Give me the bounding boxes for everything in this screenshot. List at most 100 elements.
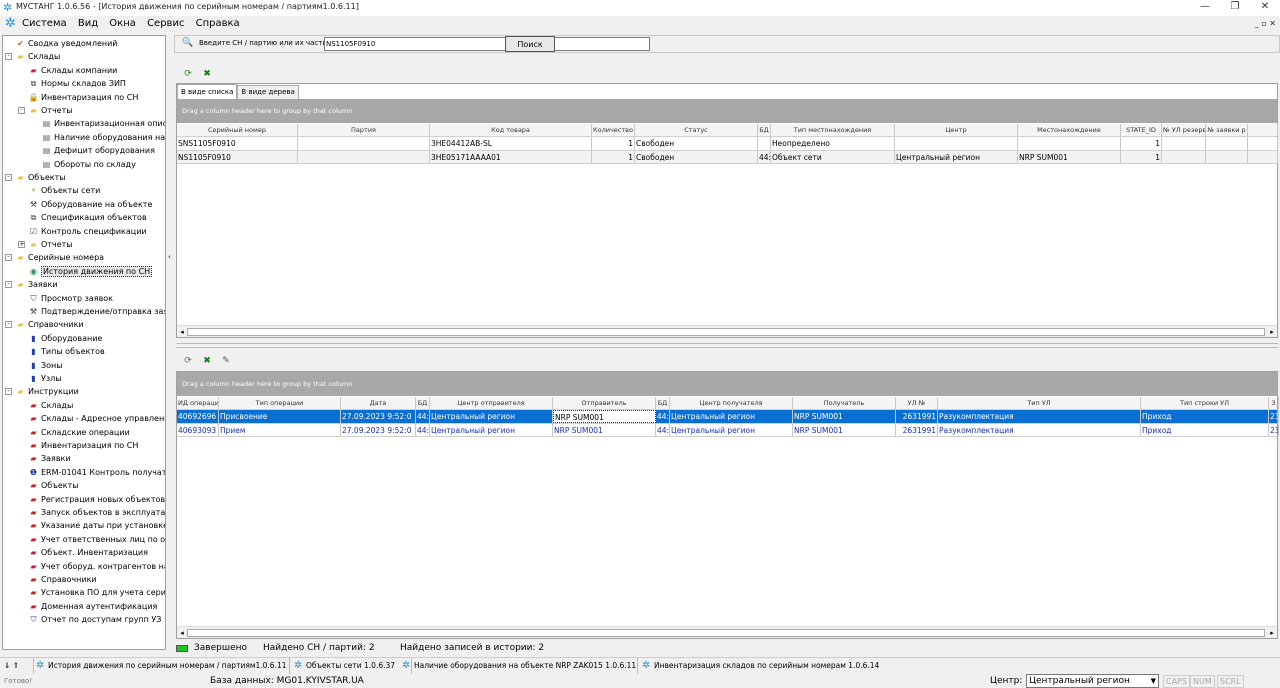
column-header[interactable]: Партия [298,124,430,136]
menu-system[interactable]: Система [22,18,67,29]
table-cell[interactable]: 44: [416,423,430,436]
tree-item[interactable]: ▰ Справочники [28,573,96,586]
edit-icon[interactable]: ✎ [220,355,232,367]
table-cell[interactable]: 3HE05171AAAA01 [430,150,592,163]
collapse-icon[interactable]: - [18,107,25,114]
expand-icon[interactable]: + [18,241,25,248]
column-header[interactable]: УЛ № [896,397,938,409]
table-cell[interactable]: Центральный регион [670,410,793,423]
table-cell[interactable] [1248,137,1278,150]
task-equipment[interactable]: ✲ Наличие оборудования на объекте NRP ZAK… [400,658,638,674]
table-row[interactable]: 40692696 Присвоение 27.09.2023 9:52:0 44: Це… [177,410,1279,424]
column-header[interactable]: БД [416,397,430,409]
column-header[interactable]: № УЛ резерв [1162,124,1206,136]
table-cell[interactable]: 27.09.2023 9:52:0 [341,410,416,423]
collapse-icon[interactable]: - [5,174,12,181]
table-cell[interactable]: 23 [1269,410,1279,423]
tree-item[interactable]: ▰ Доменная аутентификация [28,600,157,613]
table-cell[interactable]: NRP SUM001 [553,423,656,436]
mdi-controls[interactable]: _ ▫ ✕ [1255,19,1276,28]
table-cell[interactable] [298,137,430,150]
column-header[interactable]: З [1269,397,1279,409]
table-cell[interactable]: 1 [1121,137,1162,150]
table-cell[interactable] [1206,137,1248,150]
table-cell[interactable]: 40693093 [177,423,219,436]
table-cell[interactable]: Неопределено [771,137,895,150]
table-cell[interactable]: 3HE04412AB-SL [430,137,592,150]
tree-item[interactable]: ⧉ Спецификация объектов [28,211,147,224]
tree-item[interactable]: ▮ Оборудование [28,332,102,345]
tree-item[interactable]: ▰ Серийные номера [15,251,104,264]
tree-item[interactable]: ▤ Обороты по складу [41,158,136,171]
table-cell[interactable]: 44: [656,423,670,436]
column-header[interactable]: Серийный номер [177,124,298,136]
table-cell[interactable] [895,137,1018,150]
taskbar-scroll-icons[interactable]: ⇓ ⇑ [2,658,34,674]
column-header[interactable]: STATE_ID [1121,124,1162,136]
excel-export-icon[interactable]: ✖ [201,68,213,80]
tree-item[interactable]: ▰ Заявки [28,452,70,465]
center-select[interactable]: Центральный регион ▼ [1026,674,1159,688]
tree-item[interactable]: ▤ Наличие оборудования на с [41,131,165,144]
column-header[interactable]: Код товара [430,124,592,136]
tree-item[interactable]: ▰ Справочники [15,318,83,331]
column-header[interactable]: Тип строки УЛ [1141,397,1269,409]
column-header[interactable]: ИД операции [177,397,219,409]
table-cell[interactable] [298,150,430,163]
column-header[interactable] [1248,124,1278,136]
table-cell[interactable]: SNS1105F0910 [177,137,298,150]
tree-item[interactable]: ▤ Дефицит оборудования [41,144,155,157]
tree-item[interactable]: ▰ Установка ПО для учета серийн [28,586,165,599]
app-menu-icon[interactable]: ✲ [5,16,16,32]
table-row[interactable]: 40693093 Прием 27.09.2023 9:52:0 44: Централ… [177,423,1279,437]
tree-item[interactable]: ⛉ Просмотр заявок [28,292,114,305]
column-header[interactable]: Тип местонахождения [771,124,895,136]
horizontal-scrollbar[interactable]: ◂ ▸ [177,626,1277,638]
table-cell[interactable]: Свободен [635,150,758,163]
tree-item[interactable]: ▰ Объект. Инвентаризация [28,546,148,559]
collapse-icon[interactable]: - [5,281,12,289]
maximize-button[interactable]: ❐ [1220,0,1250,14]
tree-item[interactable]: ▮ Типы объектов [28,345,104,358]
table-cell[interactable]: NRP SUM001 [1018,150,1121,163]
table-cell[interactable]: NS1105F0910 [177,150,298,163]
tree-item[interactable]: ▰ Регистрация новых объектов [28,493,165,506]
table-cell[interactable]: 44: [416,410,430,423]
column-header[interactable]: Количество [592,124,635,136]
column-header[interactable]: Центр отправителя [430,397,553,409]
group-by-area[interactable]: Drag a column header here to group by th… [177,372,1277,396]
column-header[interactable]: БД [656,397,670,409]
tree-item[interactable]: ⧉ Нормы складов ЗИП [28,77,126,90]
table-cell[interactable] [758,137,771,150]
table-cell[interactable]: 2631991 [896,410,938,423]
table-cell[interactable]: Разукомплектация [938,423,1141,436]
close-button[interactable]: ✕ [1250,0,1280,14]
tree-item[interactable]: ▮ Зоны [28,359,62,372]
menu-help[interactable]: Справка [196,18,240,29]
tree-item[interactable]: ⚡ Объекты сети [28,184,101,197]
tree-item[interactable]: ▰ Инвентаризация по СН [28,439,138,452]
tree-item[interactable]: ▰ Заявки [15,278,57,291]
table-cell[interactable] [1206,150,1248,163]
column-header[interactable]: Центр получателя [670,397,793,409]
table-cell[interactable]: Центральный регион [430,410,553,423]
tree-item[interactable]: ▰ Склады компании [28,64,117,77]
collapse-icon[interactable]: - [5,321,12,329]
minimize-button[interactable]: — [1190,0,1220,14]
table-cell[interactable] [1248,150,1278,163]
table-cell[interactable]: Приход [1141,423,1269,436]
table-cell[interactable]: Центральный регион [430,423,553,436]
task-inventory[interactable]: ✲ Инвентаризация складов по серийным номе… [640,658,880,674]
tree-item[interactable]: ▰ Учет ответственных лиц по объ [28,533,165,546]
tree-item[interactable]: ▰ Объекты [15,171,65,184]
table-cell[interactable]: 23 [1269,423,1279,436]
horizontal-scrollbar[interactable]: ◂ ▸ [177,325,1277,337]
tree-item[interactable]: ❶ERM-01041 Контроль получателя [28,466,165,479]
menu-windows[interactable]: Окна [109,18,136,29]
menu-view[interactable]: Вид [78,18,98,29]
table-cell[interactable]: Присвоение [219,410,341,423]
table-cell[interactable]: NRP SUM001 [793,423,896,436]
column-header[interactable]: Дата [341,397,416,409]
table-row[interactable]: SNS1105F0910 3HE04412AB-SL 1 Свободен Неопре… [177,137,1278,151]
task-network-objects[interactable]: ✲ Объекты сети 1.0.6.37 [292,658,412,674]
